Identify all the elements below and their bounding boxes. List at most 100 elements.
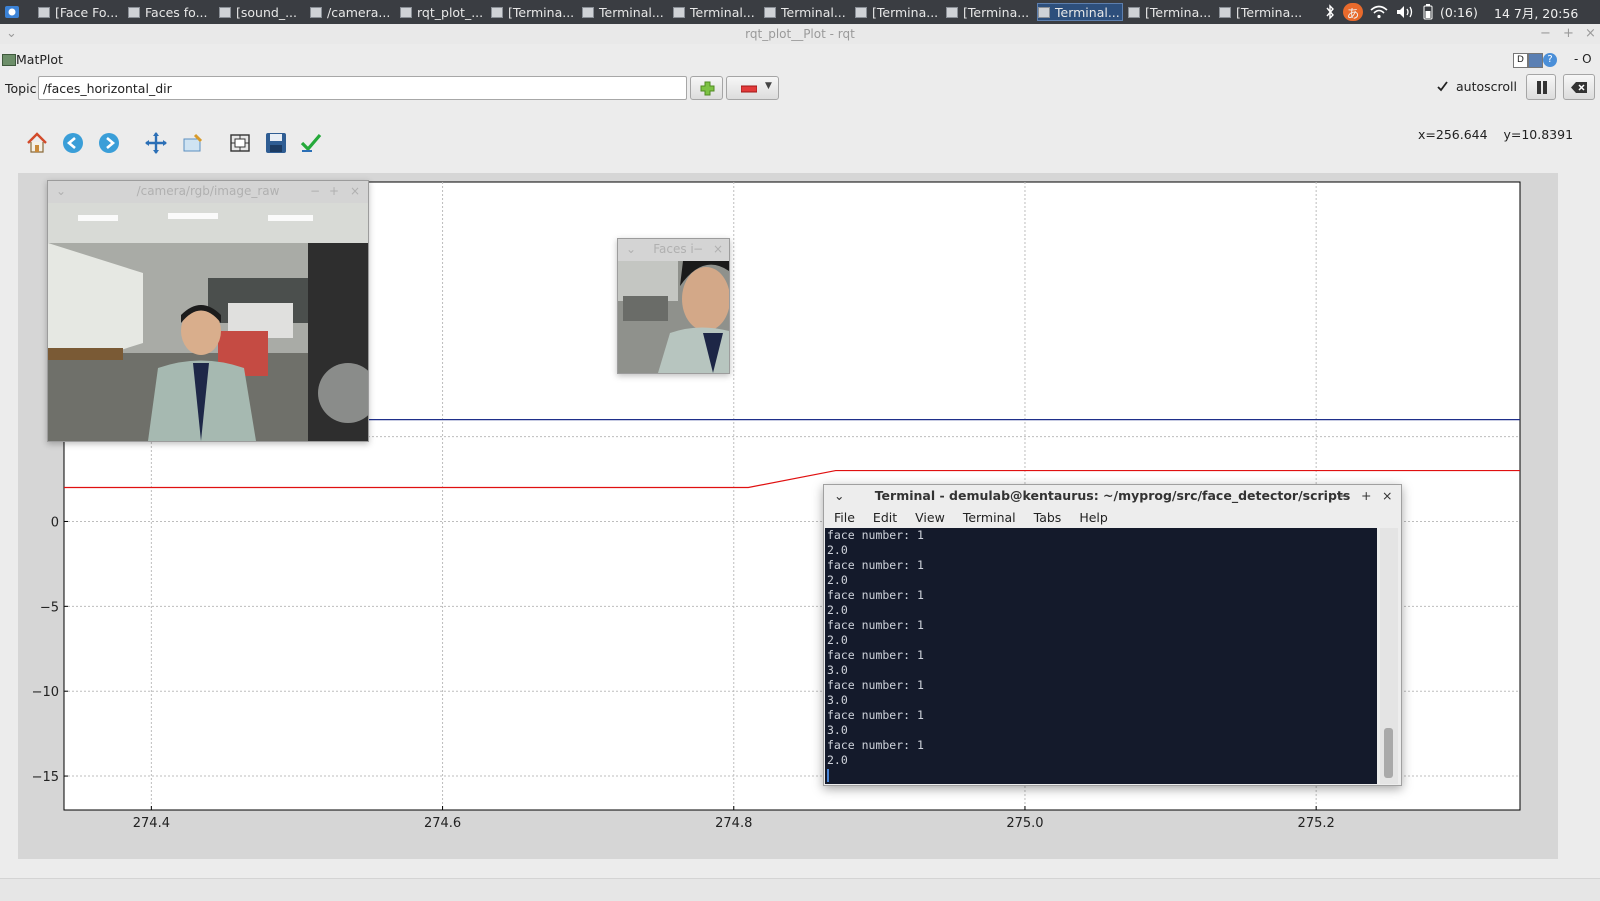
face-image <box>618 261 729 373</box>
window-menu-icon[interactable]: ⌄ <box>626 239 636 259</box>
terminal-line: 2.0 <box>827 543 848 557</box>
scrollbar-thumb[interactable] <box>1384 728 1393 778</box>
camera-window-titlebar[interactable]: ⌄ /camera/rgb/image_raw − + × <box>48 181 368 201</box>
taskbar-task-label: rqt_plot_... <box>417 4 484 20</box>
matplot-label: MatPlot <box>16 52 63 67</box>
terminal-titlebar[interactable]: ⌄ Terminal - demulab@kentaurus: ~/myprog… <box>824 485 1401 507</box>
window-icon <box>1038 6 1050 18</box>
options-icon[interactable] <box>1528 53 1543 68</box>
add-topic-button[interactable] <box>690 76 723 100</box>
taskbar-task-label: [Termina... <box>872 4 939 20</box>
close-icon[interactable]: × <box>1382 485 1392 507</box>
terminal-window[interactable]: ⌄ Terminal - demulab@kentaurus: ~/myprog… <box>823 484 1402 786</box>
close-icon[interactable]: × <box>713 239 723 259</box>
terminal-menu-item[interactable]: Help <box>1079 510 1108 525</box>
taskbar-task[interactable]: [sound_... <box>219 3 305 21</box>
terminal-menu-item[interactable]: Terminal <box>963 510 1016 525</box>
help-icon[interactable]: ? <box>1543 53 1557 67</box>
y-tick-label: 0 <box>51 515 59 530</box>
faces-window[interactable]: ⌄ Faces i − × <box>617 238 730 374</box>
dock-icon[interactable]: D <box>1513 53 1528 68</box>
taskbar-task-label: /camera... <box>327 4 391 20</box>
ime-icon[interactable]: あ <box>1343 3 1363 21</box>
taskbar-task-label: Faces fo... <box>145 4 208 20</box>
clock[interactable]: 14 7月, 20:56 <box>1494 3 1578 21</box>
taskbar-task[interactable]: Faces fo... <box>128 3 214 21</box>
taskbar-task[interactable]: Terminal... <box>1037 3 1123 21</box>
window-title-bar[interactable]: ⌄ rqt_plot__Plot - rqt − + × <box>0 24 1600 44</box>
start-menu-icon[interactable] <box>4 3 22 21</box>
terminal-menu-item[interactable]: Tabs <box>1034 510 1062 525</box>
maximize-icon[interactable]: + <box>1361 485 1371 507</box>
taskbar-task[interactable]: Terminal... <box>764 3 850 21</box>
window-icon <box>38 6 50 18</box>
plus-icon <box>700 81 715 96</box>
minimize-icon[interactable]: − <box>1339 485 1349 507</box>
taskbar-task[interactable]: [Face Fo... <box>38 3 124 21</box>
clear-button[interactable] <box>1563 74 1595 100</box>
close-plugin-button[interactable]: - O <box>1574 52 1592 66</box>
volume-icon[interactable] <box>1396 3 1416 21</box>
bluetooth-icon[interactable] <box>1325 3 1335 21</box>
terminal-menu-item[interactable]: File <box>834 510 855 525</box>
y-tick-label: −15 <box>32 770 59 785</box>
maximize-button[interactable]: + <box>1563 24 1574 44</box>
x-tick-label: 275.0 <box>1006 816 1043 831</box>
taskbar-task[interactable]: Terminal... <box>673 3 759 21</box>
taskbar-task[interactable]: /camera... <box>310 3 396 21</box>
taskbar-task-label: [sound_... <box>236 4 297 20</box>
terminal-menu-item[interactable]: View <box>915 510 945 525</box>
minimize-icon[interactable]: − <box>693 239 703 259</box>
taskbar-task-label: [Termina... <box>508 4 575 20</box>
taskbar-task[interactable]: rqt_plot_... <box>400 3 486 21</box>
taskbar-task[interactable]: [Termina... <box>491 3 577 21</box>
terminal-scrollbar[interactable] <box>1380 528 1398 784</box>
minimize-button[interactable]: − <box>1540 24 1551 44</box>
back-button[interactable] <box>60 130 86 156</box>
taskbar-task[interactable]: Terminal... <box>582 3 668 21</box>
battery-icon[interactable] <box>1423 3 1433 21</box>
pause-button[interactable] <box>1526 74 1556 100</box>
terminal-line: face number: 1 <box>827 558 924 572</box>
camera-window-title: /camera/rgb/image_raw <box>136 184 280 198</box>
taskbar-task[interactable]: [Termina... <box>946 3 1032 21</box>
window-menu-icon[interactable]: ⌄ <box>6 24 17 44</box>
faces-window-title: Faces i <box>653 242 694 256</box>
status-bar <box>0 878 1600 901</box>
y-tick-label: −5 <box>40 600 59 615</box>
terminal-output[interactable]: face number: 1 2.0 face number: 1 2.0 face n… <box>825 528 1377 784</box>
window-icon <box>219 6 231 18</box>
camera-window[interactable]: ⌄ /camera/rgb/image_raw − + × <box>47 180 369 442</box>
home-icon <box>27 132 47 153</box>
taskbar-task[interactable]: [Termina... <box>1219 3 1305 21</box>
forward-button[interactable] <box>96 130 122 156</box>
autoscroll-checkbox[interactable] <box>1436 80 1449 93</box>
terminal-line: 3.0 <box>827 693 848 707</box>
remove-topic-button[interactable]: ▼ <box>726 76 779 100</box>
ime-label: あ <box>1346 5 1360 21</box>
edit-curves-icon <box>300 133 322 152</box>
taskbar-task[interactable]: [Termina... <box>1128 3 1214 21</box>
pan-button[interactable] <box>143 130 169 156</box>
close-button[interactable]: × <box>1585 24 1596 44</box>
configure-button[interactable] <box>180 130 206 156</box>
topic-input[interactable]: /faces_horizontal_dir <box>38 76 687 100</box>
autoscroll-label: autoscroll <box>1456 79 1517 94</box>
subplots-button[interactable] <box>227 130 253 156</box>
taskbar-task-label: [Face Fo... <box>55 4 119 20</box>
window-menu-icon[interactable]: ⌄ <box>834 485 844 507</box>
wifi-icon[interactable] <box>1370 3 1388 21</box>
terminal-line: face number: 1 <box>827 528 924 542</box>
home-button[interactable] <box>24 130 50 156</box>
save-icon <box>266 133 286 153</box>
minimize-icon[interactable]: − <box>310 181 320 201</box>
maximize-icon[interactable]: + <box>329 181 339 201</box>
terminal-menu-item[interactable]: Edit <box>873 510 897 525</box>
faces-window-titlebar[interactable]: ⌄ Faces i − × <box>618 239 729 259</box>
close-icon[interactable]: × <box>350 181 360 201</box>
edit-curves-button[interactable] <box>298 130 324 156</box>
taskbar-task[interactable]: [Termina... <box>855 3 941 21</box>
window-menu-icon[interactable]: ⌄ <box>56 181 66 201</box>
taskbar-task-label: Terminal... <box>781 4 846 20</box>
save-button[interactable] <box>263 130 289 156</box>
